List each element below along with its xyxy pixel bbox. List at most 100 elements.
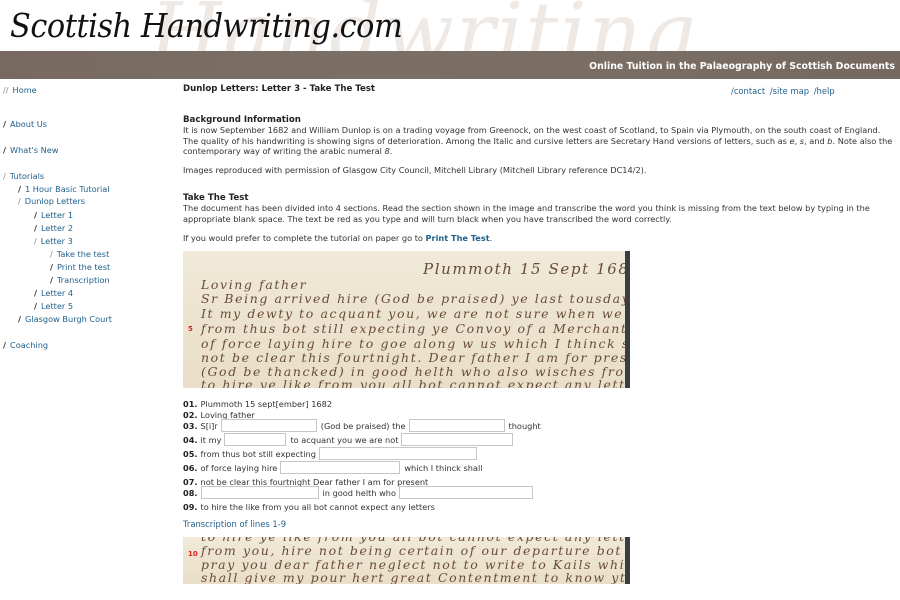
sidebar-item-1-hour-basic-tutorial[interactable]: / 1 Hour Basic Tutorial <box>18 184 110 194</box>
transcription-line: 04. it my to acquant you we are not <box>183 433 517 446</box>
nav-link-whats-new[interactable]: What's New <box>10 145 59 155</box>
manuscript-line: to hire ye like from you all bot cannot … <box>201 377 630 388</box>
missing-word-input[interactable] <box>401 433 514 446</box>
nav-link-transcription[interactable]: Transcription <box>57 275 110 285</box>
letter-s: s <box>799 135 805 146</box>
line-number: 04. <box>183 434 198 445</box>
nav-slash-icon: / <box>3 145 6 155</box>
line-text: Plummoth 15 sept[ember] 1682 <box>200 398 333 409</box>
page-title: Dunlop Letters: Letter 3 - Take The Test <box>183 84 376 94</box>
line-text: to acquant you we are not <box>290 434 399 445</box>
line-number: 09. <box>183 501 198 512</box>
nav-link-letter-3[interactable]: Letter 3 <box>41 236 73 246</box>
nav-link-letter-2[interactable]: Letter 2 <box>41 223 73 233</box>
sidebar-item-whats-new[interactable]: / What's New <box>3 145 59 155</box>
nav-slash-icon: / <box>34 236 37 246</box>
line-number: 05. <box>183 448 198 459</box>
nav-slash-icon: / <box>34 301 37 311</box>
site-map-link[interactable]: /site map <box>770 86 809 96</box>
manuscript-line: Plummoth 15 Sept 1682 <box>423 260 630 278</box>
line-text: it my <box>200 434 222 445</box>
manuscript-line: from you, hire not being certain of our … <box>201 543 623 558</box>
manuscript-line: It my dewty to acquant you, we are not s… <box>201 306 625 321</box>
manuscript-line: shall give my pour hert great Contentmen… <box>201 570 630 584</box>
print-the-test-link[interactable]: Print The Test <box>426 233 490 243</box>
sidebar-item-transcription[interactable]: / Transcription <box>50 275 110 285</box>
nav-link-letter-5[interactable]: Letter 5 <box>41 301 73 311</box>
transcription-link-row: Transcription of lines 1-9 <box>183 519 286 529</box>
line-text: to hire the like from you all bot cannot… <box>200 501 435 512</box>
nav-slash-icon: / <box>50 262 53 272</box>
manuscript-line: from thus bot still expecting ye Convoy … <box>201 321 630 336</box>
manuscript-line: Sr Being arrived hire (God be praised) y… <box>201 291 630 306</box>
nav-link-about-us[interactable]: About Us <box>10 119 47 129</box>
line-number: 08. <box>183 487 198 498</box>
line-text: (God be praised) the <box>320 420 406 431</box>
line-text: in good helth who <box>322 487 396 498</box>
site-logo[interactable]: Scottish Handwriting.com <box>10 6 403 45</box>
take-test-section: Take The Test The document has been divi… <box>183 193 895 224</box>
print-test-line: If you would prefer to complete the tuto… <box>183 233 492 244</box>
nav-link-letter-1[interactable]: Letter 1 <box>41 210 73 220</box>
site-tagline: Online Tuition in the Palaeography of Sc… <box>589 61 895 72</box>
nav-slash-icon: / <box>50 275 53 285</box>
sidebar-item-glasgow-burgh-court[interactable]: / Glasgow Burgh Court <box>18 314 112 324</box>
permission-note: Images reproduced with permission of Gla… <box>183 165 647 175</box>
sidebar-item-home[interactable]: // Home <box>3 85 37 95</box>
manuscript-line: Loving father <box>201 277 308 292</box>
sidebar-item-coaching[interactable]: / Coaching <box>3 340 48 350</box>
line-text: from thus bot still expecting <box>200 448 316 459</box>
missing-word-input[interactable] <box>200 486 319 499</box>
missing-word-input[interactable] <box>220 419 317 432</box>
nav-link-letter-4[interactable]: Letter 4 <box>41 288 73 298</box>
sidebar-item-print-the-test[interactable]: / Print the test <box>50 262 110 272</box>
sidebar-item-letter-1[interactable]: / Letter 1 <box>34 210 73 220</box>
sidebar-item-dunlop-letters[interactable]: / Dunlop Letters <box>18 196 85 206</box>
background-section: Background Information It is now Septemb… <box>183 115 895 157</box>
transcription-lines-1-9-link[interactable]: Transcription of lines 1-9 <box>183 519 286 529</box>
line-text: Loving father <box>200 409 255 420</box>
sidebar-item-letter-2[interactable]: / Letter 2 <box>34 223 73 233</box>
nav-link-home[interactable]: Home <box>13 85 37 95</box>
missing-word-input[interactable] <box>280 461 401 474</box>
letter-e: e <box>789 135 795 146</box>
nav-link-glasgow-burgh-court[interactable]: Glasgow Burgh Court <box>25 314 112 324</box>
nav-slash-icon: / <box>34 223 37 233</box>
sidebar-item-letter-3[interactable]: / Letter 3 <box>34 236 73 246</box>
background-heading: Background Information <box>183 115 301 125</box>
background-text: It is now September 1682 and William Dun… <box>183 125 893 156</box>
nav-slash-icon: / <box>50 249 53 259</box>
nav-slash-icon: / <box>18 184 21 194</box>
background-text-part: It is now September 1682 and William Dun… <box>183 125 881 146</box>
manuscript-line: not be clear this fourtnight. Dear fathe… <box>201 350 630 365</box>
sidebar-item-letter-5[interactable]: / Letter 5 <box>34 301 73 311</box>
missing-word-input[interactable] <box>399 486 533 499</box>
line-number: 06. <box>183 462 198 473</box>
nav-slash-icon: / <box>18 196 21 206</box>
line-text: which I thinck shall <box>404 462 483 473</box>
line-text: of force laying hire <box>200 462 278 473</box>
nav-slash-icon: / <box>34 288 37 298</box>
print-suffix: . <box>489 233 493 243</box>
nav-link-print-the-test[interactable]: Print the test <box>57 262 110 272</box>
help-link[interactable]: /help <box>814 86 835 96</box>
sidebar-item-tutorials[interactable]: / Tutorials <box>3 171 44 181</box>
transcription-line: 08. in good helth who <box>183 486 537 499</box>
nav-link-dunlop-letters[interactable]: Dunlop Letters <box>25 196 85 206</box>
sidebar-item-letter-4[interactable]: / Letter 4 <box>34 288 73 298</box>
print-prefix: If you would prefer to complete the tuto… <box>183 233 426 243</box>
manuscript-line-number: 5 <box>188 325 193 333</box>
transcription-line: 06. of force laying hire which I thinck sh… <box>183 461 486 474</box>
nav-link-coaching[interactable]: Coaching <box>10 340 48 350</box>
missing-word-input[interactable] <box>408 419 505 432</box>
sidebar-item-take-the-test[interactable]: / Take the test <box>50 249 109 259</box>
transcription-line: 05. from thus bot still expecting <box>183 447 481 460</box>
missing-word-input[interactable] <box>224 433 287 446</box>
nav-link-tutorials[interactable]: Tutorials <box>10 171 44 181</box>
manuscript-image-section-2: to hire ye like from you all bot cannot … <box>183 537 630 584</box>
sidebar-item-about-us[interactable]: / About Us <box>3 119 47 129</box>
contact-link[interactable]: /contact <box>731 86 765 96</box>
nav-link-take-the-test[interactable]: Take the test <box>57 249 110 259</box>
nav-link-1-hour-basic-tutorial[interactable]: 1 Hour Basic Tutorial <box>25 184 110 194</box>
missing-word-input[interactable] <box>318 447 477 460</box>
